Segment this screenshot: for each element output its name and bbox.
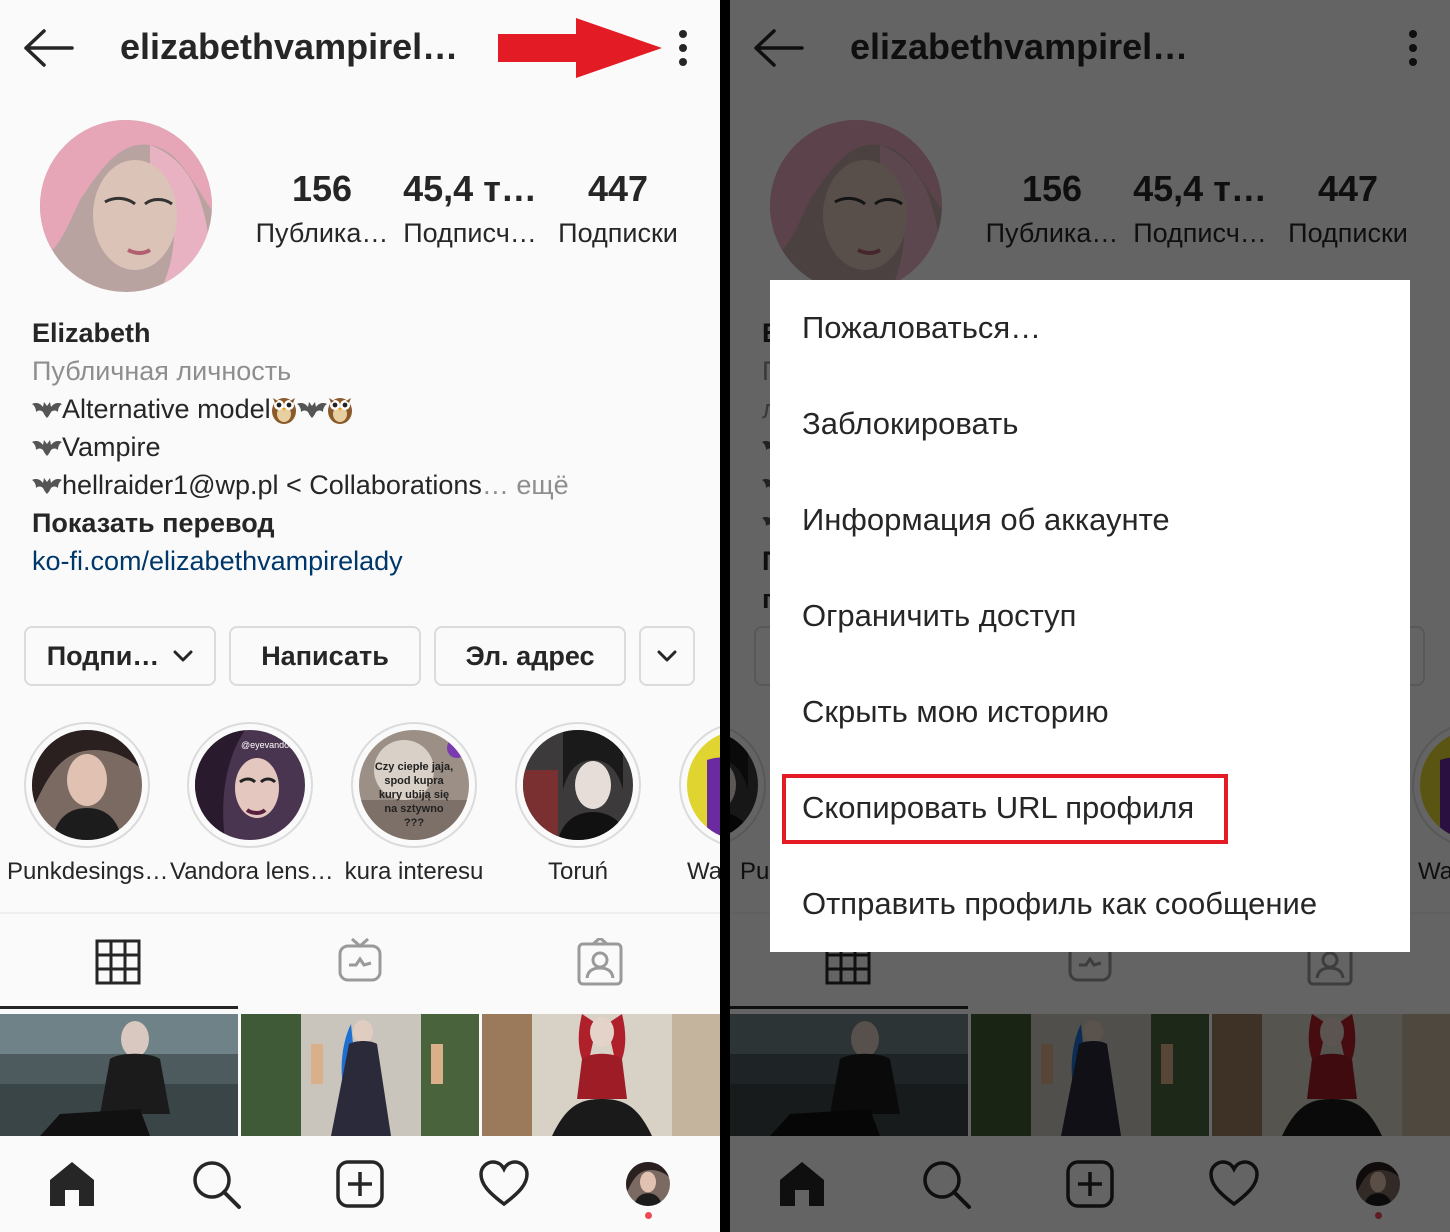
- message-button-label: Написать: [261, 640, 389, 671]
- highlight-ring: @eyevandora: [187, 722, 313, 848]
- profile-bio: Elizabeth Публичная личность Alternative…: [32, 314, 712, 580]
- bio-line-2: Vampire: [32, 428, 712, 466]
- chevron-down-icon: [657, 650, 677, 662]
- stat-following-label: Подписки: [558, 218, 678, 248]
- bio-line-3-text: hellraider1@wp.pl < Collaborations: [62, 470, 482, 500]
- bat-icon: [297, 398, 327, 420]
- menu-item-hide-story[interactable]: Скрыть мою историю: [770, 664, 1410, 760]
- bat-icon: [32, 436, 62, 458]
- heart-icon[interactable]: [478, 1158, 530, 1210]
- menu-item-block[interactable]: Заблокировать: [770, 376, 1410, 472]
- stat-followers-value: 45,4 т…: [403, 168, 537, 209]
- post-thumbnail[interactable]: [241, 1014, 479, 1136]
- highlight-cover: [32, 730, 142, 840]
- tagged-icon[interactable]: [576, 938, 624, 986]
- menu-item-share-profile[interactable]: Отправить профиль как сообщение: [770, 856, 1410, 952]
- stat-following[interactable]: 447 Подписки: [548, 168, 688, 249]
- owl-icon: [271, 394, 297, 424]
- profile-screen: elizabethvampirel… 156 Публика… 45,4 т… …: [0, 0, 720, 1232]
- notification-dot: [645, 1212, 652, 1219]
- post-thumbnail[interactable]: [0, 1014, 238, 1136]
- bio-name: Elizabeth: [32, 318, 151, 348]
- annotation-arrow: [498, 18, 662, 78]
- chevron-down-icon: [173, 650, 193, 662]
- bottom-nav: [0, 1136, 720, 1232]
- stat-followers-label: Подписч…: [403, 218, 537, 248]
- story-highlight[interactable]: Czy ciepłe jaja, spod kupra kury ubiją s…: [334, 722, 494, 886]
- bio-category: Публичная личность: [32, 356, 292, 386]
- divider: [0, 912, 720, 914]
- menu-item-report[interactable]: Пожаловаться…: [770, 280, 1410, 376]
- highlight-ring: [24, 722, 150, 848]
- email-button[interactable]: Эл. адрес: [434, 626, 626, 686]
- story-highlight[interactable]: Punkdesings…: [7, 722, 169, 886]
- grid-icon[interactable]: [94, 938, 142, 986]
- post-thumbnail[interactable]: [482, 1014, 720, 1136]
- search-icon[interactable]: [190, 1158, 242, 1210]
- highlight-label: Toruń: [547, 858, 609, 885]
- bat-icon: [32, 398, 62, 420]
- igtv-icon[interactable]: [336, 936, 384, 984]
- stat-posts-label: Публика…: [255, 218, 389, 248]
- highlight-ring: Czy ciepłe jaja, spod kupra kury ubiją s…: [351, 722, 477, 848]
- profile-avatar[interactable]: [40, 120, 212, 292]
- home-icon[interactable]: [46, 1158, 98, 1210]
- highlight-overlay-text: Czy ciepłe jaja, spod kupra kury ubiją s…: [374, 761, 454, 829]
- email-button-label: Эл. адрес: [465, 640, 595, 671]
- stat-followers[interactable]: 45,4 т… Подписч…: [400, 168, 540, 249]
- stat-posts-value: 156: [291, 168, 353, 209]
- highlight-cover: @eyevandora: [195, 730, 305, 840]
- menu-item-restrict[interactable]: Ограничить доступ: [770, 568, 1410, 664]
- story-highlight[interactable]: Toruń: [498, 722, 658, 886]
- highlight-label: Vandora lens…: [170, 858, 334, 885]
- bio-more-link[interactable]: … ещё: [482, 470, 569, 500]
- highlight-cover: [523, 730, 633, 840]
- show-translation-link[interactable]: Показать перевод: [32, 504, 712, 542]
- profile-username: elizabethvampirel…: [120, 26, 459, 67]
- highlight-ring: [679, 722, 720, 848]
- stat-following-value: 447: [587, 168, 649, 209]
- story-highlight[interactable]: Wa: [662, 722, 720, 886]
- bio-line-1: Alternative model: [32, 390, 712, 428]
- highlight-cover: [687, 730, 720, 840]
- story-highlight[interactable]: @eyevandora Vandora lens…: [170, 722, 334, 886]
- suggested-accounts-button[interactable]: [639, 626, 695, 686]
- profile-header: elizabethvampirel…: [0, 0, 720, 96]
- bat-icon: [32, 474, 62, 496]
- bio-line-1-text: Alternative model: [62, 394, 271, 424]
- highlight-overlay-text: @eyevandora: [241, 740, 298, 750]
- highlight-ring: [515, 722, 641, 848]
- back-arrow-icon[interactable]: [22, 28, 74, 68]
- menu-item-account-info[interactable]: Информация об аккаунте: [770, 472, 1410, 568]
- profile-screen-with-menu: elizabethvampirel… 156 Публика… 45,4 т… …: [730, 0, 1450, 1232]
- message-button[interactable]: Написать: [229, 626, 421, 686]
- profile-tab-avatar[interactable]: [626, 1162, 670, 1206]
- menu-item-copy-profile-url[interactable]: Скопировать URL профиля: [770, 760, 1410, 856]
- active-tab-indicator: [0, 1006, 238, 1009]
- follow-button-label: Подпи…: [46, 640, 160, 671]
- more-vertical-icon[interactable]: [668, 28, 698, 68]
- highlight-cover: Czy ciepłe jaja, spod kupra kury ubiją s…: [359, 730, 469, 840]
- highlight-label: kura interesu: [344, 858, 484, 885]
- panel-divider: [720, 0, 730, 1232]
- bio-line-2-text: Vampire: [62, 432, 161, 462]
- highlight-label: Wa: [687, 858, 720, 885]
- stat-posts[interactable]: 156 Публика…: [252, 168, 392, 249]
- profile-options-menu: Пожаловаться… Заблокировать Информация о…: [770, 280, 1410, 952]
- owl-icon: [327, 394, 353, 424]
- bio-line-3: hellraider1@wp.pl < Collaborations… ещё: [32, 466, 712, 504]
- highlight-label: Punkdesings…: [7, 858, 169, 885]
- follow-button[interactable]: Подпи…: [24, 626, 216, 686]
- new-post-icon[interactable]: [334, 1158, 386, 1210]
- bio-website-link[interactable]: ko-fi.com/elizabethvampirelady: [32, 542, 712, 580]
